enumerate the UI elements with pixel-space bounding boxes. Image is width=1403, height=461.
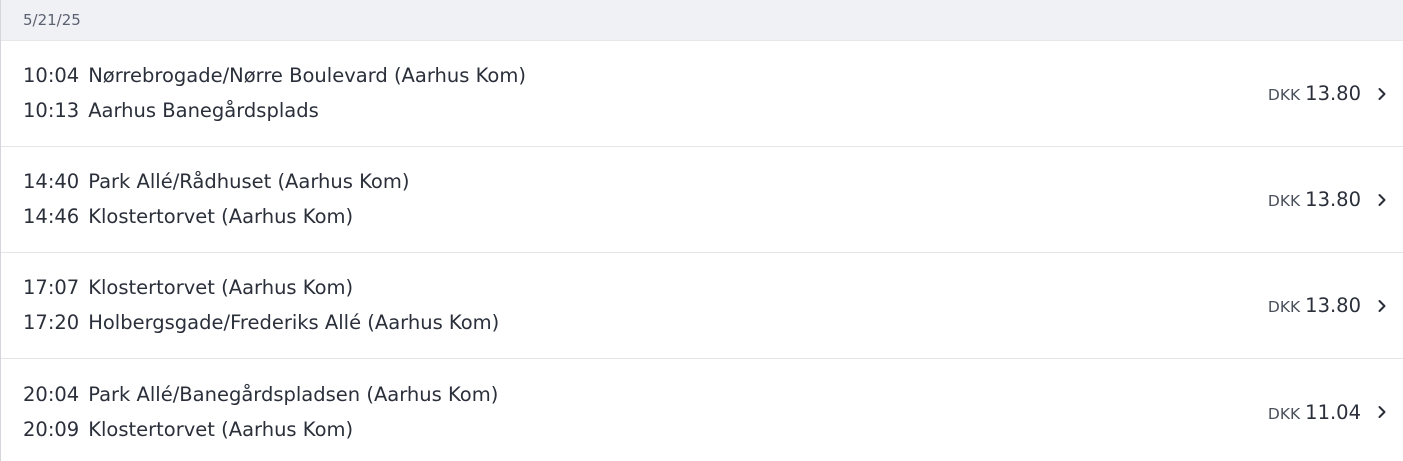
departure-stop: Park Allé/Banegårdspladsen (Aarhus Kom) xyxy=(88,382,499,406)
price-currency: DKK xyxy=(1267,86,1301,104)
trip-price-area: DKK 11.04 xyxy=(1268,401,1389,424)
trip-price-area: DKK 13.80 xyxy=(1268,294,1389,317)
price-amount: 13.80 xyxy=(1305,82,1361,105)
departure-time: 14:40 xyxy=(23,170,80,193)
departure-stop: Klostertorvet (Aarhus Kom) xyxy=(88,276,354,299)
arrival-line: 17:20 Holbergsgade/Frederiks Allé (Aarhus… xyxy=(23,310,499,336)
trip-price: DKK 13.80 xyxy=(1268,82,1361,105)
arrival-time: 20:09 xyxy=(23,417,80,441)
arrival-stop: Holbergsgade/Frederiks Allé (Aarhus Kom) xyxy=(88,311,500,334)
trip-price: DKK 11.04 xyxy=(1268,401,1361,424)
trip-stops: 17:07 Klostertorvet (Aarhus Kom) 17:20 Hol… xyxy=(23,275,499,336)
departure-stop: Nørrebrogade/Nørre Boulevard (Aarhus Kom… xyxy=(88,64,526,87)
arrival-stop: Klostertorvet (Aarhus Kom) xyxy=(88,205,354,228)
trip-row[interactable]: 17:07 Klostertorvet (Aarhus Kom) 17:20 Hol… xyxy=(1,253,1403,359)
trip-row[interactable]: 20:04 Park Allé/Banegårdspladsen (Aarhus … xyxy=(1,359,1403,461)
price-amount: 11.04 xyxy=(1305,400,1361,424)
arrival-stop: Klostertorvet (Aarhus Kom) xyxy=(88,417,354,441)
price-currency: DKK xyxy=(1267,298,1301,316)
arrival-time: 14:46 xyxy=(23,205,80,228)
trip-stops: 10:04 Nørrebrogade/Nørre Boulevard (Aarhu… xyxy=(23,63,526,124)
price-amount: 13.80 xyxy=(1305,294,1361,317)
date-header: 5/21/25 xyxy=(1,0,1403,41)
chevron-right-icon[interactable] xyxy=(1375,299,1389,313)
price-currency: DKK xyxy=(1267,192,1301,210)
departure-time: 17:07 xyxy=(23,276,80,299)
departure-stop: Park Allé/Rådhuset (Aarhus Kom) xyxy=(88,170,410,193)
arrival-stop: Aarhus Banegårdsplads xyxy=(88,99,319,122)
price-currency: DKK xyxy=(1267,404,1301,423)
arrival-line: 20:09 Klostertorvet (Aarhus Kom) xyxy=(23,417,498,443)
trip-price-area: DKK 13.80 xyxy=(1268,82,1389,105)
arrival-line: 10:13 Aarhus Banegårdsplads xyxy=(23,98,526,124)
price-amount: 13.80 xyxy=(1305,188,1361,211)
chevron-right-icon[interactable] xyxy=(1375,405,1389,419)
departure-time: 20:04 xyxy=(23,382,80,406)
date-header-label: 5/21/25 xyxy=(23,11,81,29)
arrival-time: 10:13 xyxy=(23,99,80,122)
departure-line: 10:04 Nørrebrogade/Nørre Boulevard (Aarhu… xyxy=(23,63,526,89)
departure-time: 10:04 xyxy=(23,64,80,87)
arrival-time: 17:20 xyxy=(23,311,80,334)
trip-row[interactable]: 14:40 Park Allé/Rådhuset (Aarhus Kom) 14:… xyxy=(1,147,1403,253)
chevron-right-icon[interactable] xyxy=(1375,193,1389,207)
trip-row[interactable]: 10:04 Nørrebrogade/Nørre Boulevard (Aarhu… xyxy=(1,41,1403,147)
trip-stops: 20:04 Park Allé/Banegårdspladsen (Aarhus … xyxy=(23,382,498,443)
departure-line: 14:40 Park Allé/Rådhuset (Aarhus Kom) xyxy=(23,169,409,195)
trip-price-area: DKK 13.80 xyxy=(1268,188,1389,211)
trip-stops: 14:40 Park Allé/Rådhuset (Aarhus Kom) 14:… xyxy=(23,169,409,230)
trip-price: DKK 13.80 xyxy=(1268,294,1361,317)
trip-price: DKK 13.80 xyxy=(1268,188,1361,211)
chevron-right-icon[interactable] xyxy=(1375,87,1389,101)
departure-line: 20:04 Park Allé/Banegårdspladsen (Aarhus … xyxy=(23,382,498,408)
trip-history-list: 5/21/25 10:04 Nørrebrogade/Nørre Boulevar… xyxy=(0,0,1403,461)
arrival-line: 14:46 Klostertorvet (Aarhus Kom) xyxy=(23,204,409,230)
departure-line: 17:07 Klostertorvet (Aarhus Kom) xyxy=(23,275,499,301)
